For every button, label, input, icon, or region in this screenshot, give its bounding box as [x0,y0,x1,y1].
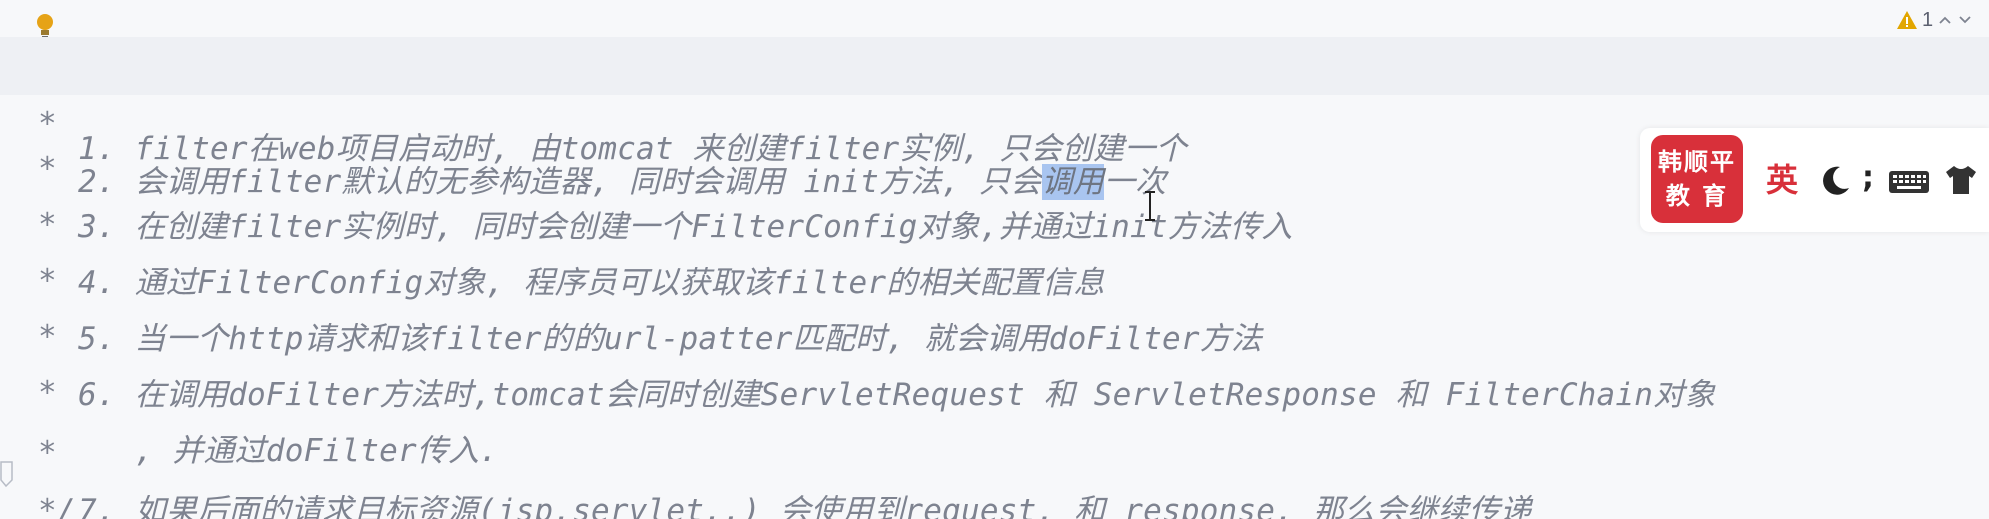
comment-text: 7. 如果后面的请求目标资源(jsp,servlet..) 会使用到reques… [78,493,1532,519]
ime-language-toggle[interactable]: 英 [1766,160,1798,200]
ime-logo[interactable]: 韩顺平 教 育 [1651,135,1743,223]
code-editor[interactable]: * 1. filter在web项目启动时, 由tomcat 来创建filter实… [0,0,1989,519]
comment-line-7[interactable]: * 7. 如果后面的请求目标资源(jsp,servlet..) 会使用到requ… [0,366,1989,519]
moon-icon[interactable] [1818,164,1852,198]
fold-marker-icon[interactable] [0,460,14,488]
comment-close-line[interactable]: */ [0,424,1989,519]
comment-line-6-continuation[interactable]: * , 并通过doFilter传入. [0,306,1989,469]
comment-close: */ [38,493,76,519]
warning-triangle-icon [1897,11,1917,29]
i-beam-cursor-icon [1145,191,1155,221]
warning-count: 1 [1922,9,1934,31]
logo-line-2: 教 育 [1665,182,1729,210]
keyboard-icon[interactable] [1888,170,1930,194]
comment-line-6[interactable]: * 6. 在调用doFilter方法时,tomcat会同时创建ServletRe… [0,250,1989,413]
chevron-up-icon[interactable] [1937,12,1953,28]
logo-line-1: 韩顺平 [1658,148,1736,176]
ime-punctuation-toggle[interactable]: ; [1862,158,1874,198]
inspection-widget[interactable]: 1 [1896,4,1973,36]
chevron-down-icon[interactable] [1957,12,1973,28]
skin-shirt-icon[interactable] [1944,164,1978,196]
ime-toolbar[interactable]: 韩顺平 教 育 英 ; [1640,128,1989,232]
